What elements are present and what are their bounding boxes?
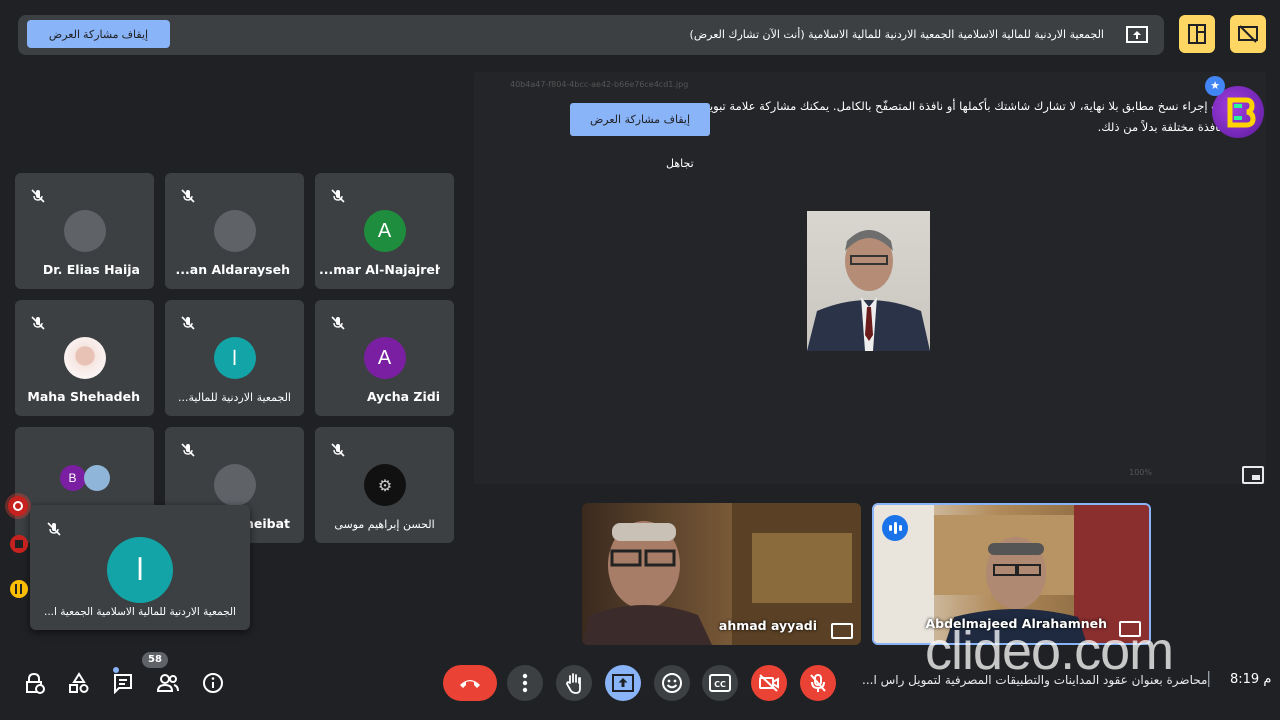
svg-text:⚙: ⚙	[377, 478, 391, 495]
layout-button[interactable]	[1179, 15, 1215, 53]
people-button[interactable]	[153, 668, 183, 698]
captions-button[interactable]: CC	[702, 665, 738, 701]
info-icon	[203, 673, 223, 693]
captions-icon: CC	[709, 674, 731, 692]
host-controls-icon	[26, 672, 45, 694]
participant-avatar: B	[55, 457, 115, 499]
participant-name: Dr. Elias Haija	[42, 262, 140, 277]
participant-tile[interactable]: ...an Aldarayseh	[165, 173, 304, 289]
participant-name: الجمعية الاردنية للمالية...	[178, 391, 291, 404]
meeting-time: 8:19 م	[1230, 672, 1272, 687]
mic-off-icon	[331, 316, 345, 330]
pause-icon[interactable]	[10, 580, 28, 598]
record-stop-icon[interactable]	[10, 535, 28, 553]
participant-avatar: A	[363, 210, 406, 252]
chat-icon	[114, 674, 132, 694]
picture-in-picture-icon[interactable]	[1242, 466, 1264, 484]
self-avatar: ا	[107, 537, 173, 603]
mic-off-icon	[31, 189, 45, 203]
raise-hand-icon	[566, 673, 581, 694]
mic-off-icon	[181, 316, 195, 330]
microphone-button[interactable]	[800, 665, 836, 701]
present-icon	[612, 674, 634, 692]
participant-avatar	[63, 210, 106, 252]
present-screen-icon	[1126, 26, 1148, 43]
emoji-icon	[662, 673, 682, 693]
mic-off-icon	[31, 316, 45, 330]
svg-text:CC: CC	[714, 680, 726, 689]
pin-icon[interactable]	[831, 623, 853, 639]
leave-call-icon	[460, 680, 480, 688]
recording-icon[interactable]	[8, 496, 28, 516]
group-avatar-photo	[83, 465, 110, 491]
shared-screen: 40b4a47-f804-4bcc-ae42-b66e76ce4cd1.jpg …	[474, 72, 1266, 484]
participant-avatar	[63, 337, 106, 379]
toolbar-divider: |	[1206, 668, 1212, 687]
chat-button[interactable]	[108, 668, 138, 698]
present-off-button[interactable]	[1230, 15, 1266, 53]
chat-unread-dot	[113, 667, 119, 673]
sharing-banner-text: الجمعية الاردنية للمالية الاسلامية الجمع…	[689, 28, 1104, 41]
mic-off-icon	[331, 443, 345, 457]
activities-button[interactable]	[64, 668, 94, 698]
participant-avatar: A	[363, 337, 406, 379]
participant-name: Maha Shehadeh	[27, 389, 140, 404]
participant-avatar	[213, 210, 256, 252]
mic-off-icon	[47, 522, 61, 536]
self-tile: ا الجمعية الاردنية للمالية الاسلامية الج…	[30, 505, 250, 630]
emoji-button[interactable]	[654, 665, 690, 701]
zoom-level: 100%	[1129, 468, 1152, 477]
video-participant-name: ahmad ayyadi	[718, 618, 817, 633]
stop-presenting-button[interactable]: إيقاف مشاركة العرض	[27, 20, 170, 48]
star-icon: ★	[1205, 76, 1225, 96]
participant-tile[interactable]: A Aycha Zidi	[315, 300, 454, 416]
ignore-link[interactable]: تجاهل	[666, 157, 694, 170]
group-avatar-b: B	[59, 465, 86, 491]
raise-hand-button[interactable]	[556, 665, 592, 701]
activities-icon	[69, 672, 89, 693]
mic-off-icon	[810, 674, 826, 692]
mic-off-icon	[331, 189, 345, 203]
info-button[interactable]	[198, 668, 228, 698]
speaking-indicator-icon	[882, 515, 908, 541]
participant-tile[interactable]: Maha Shehadeh	[15, 300, 154, 416]
participant-avatar	[213, 464, 256, 506]
leave-call-button[interactable]	[443, 665, 497, 701]
present-button[interactable]	[605, 665, 641, 701]
speaker-portrait-image	[807, 211, 930, 351]
participant-count-badge: 58	[142, 652, 168, 668]
more-options-button[interactable]	[507, 665, 543, 701]
participant-tile[interactable]: ⚙ الحسن إبراهيم موسى	[315, 427, 454, 543]
participant-avatar: ⚙	[363, 464, 406, 506]
sharing-banner: إيقاف مشاركة العرض الجمعية الاردنية للما…	[18, 15, 1164, 55]
viewer-footer: 100%	[474, 462, 1266, 484]
participant-name: ...an Aldarayseh	[175, 262, 290, 277]
mic-off-icon	[181, 189, 195, 203]
file-name: 40b4a47-f804-4bcc-ae42-b66e76ce4cd1.jpg	[510, 80, 689, 89]
participant-name: Aycha Zidi	[366, 389, 440, 404]
participant-name: ...mar Al-Najajreh	[319, 262, 440, 277]
camera-off-icon	[759, 674, 779, 692]
layout-icon	[1188, 24, 1206, 44]
mic-off-icon	[181, 443, 195, 457]
watermark: clideo.com	[925, 621, 1174, 681]
camera-button[interactable]	[751, 665, 787, 701]
participant-tile[interactable]: A ...mar Al-Najajreh	[315, 173, 454, 289]
mirror-warning-text: ب إجراء نسخ مطابق بلا نهاية، لا تشارك شا…	[698, 99, 1222, 134]
participant-tile[interactable]: ا الجمعية الاردنية للمالية...	[165, 300, 304, 416]
more-options-icon	[522, 673, 528, 693]
participant-avatar: ا	[213, 337, 256, 379]
people-icon	[156, 674, 179, 692]
participant-name: الحسن إبراهيم موسى	[334, 518, 435, 531]
present-off-icon	[1238, 25, 1258, 43]
host-controls-button[interactable]	[20, 668, 50, 698]
video-tile[interactable]: ahmad ayyadi	[582, 503, 861, 645]
viewer-toolbar: 40b4a47-f804-4bcc-ae42-b66e76ce4cd1.jpg	[474, 72, 1266, 98]
participant-tile[interactable]: Dr. Elias Haija	[15, 173, 154, 289]
self-name: الجمعية الاردنية للمالية الاسلامية الجمع…	[44, 606, 236, 618]
shared-stop-presenting-button[interactable]: إيقاف مشاركة العرض	[570, 103, 710, 136]
